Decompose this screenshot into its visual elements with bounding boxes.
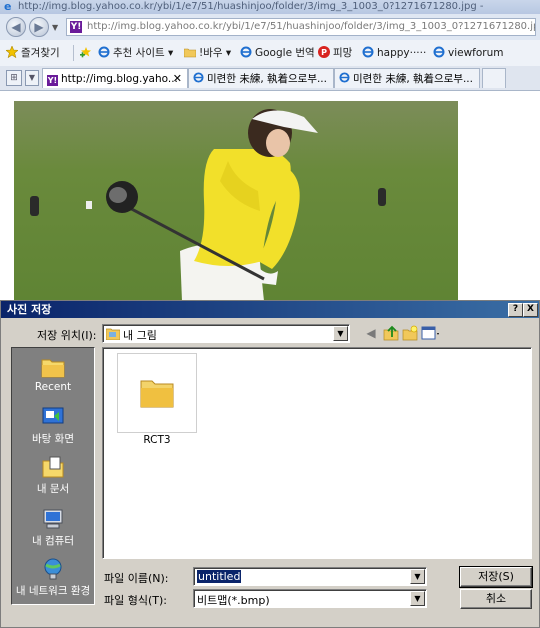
yahoo-favicon-icon: Y! [47, 75, 58, 86]
filetype-label: 파일 형식(T): [104, 594, 167, 607]
cancel-button[interactable]: 취소 [460, 589, 532, 609]
help-button[interactable]: ? [508, 303, 523, 317]
add-favorite-button[interactable] [80, 45, 95, 61]
place-label: 내 컴퓨터 [32, 535, 74, 547]
viewforum-label: viewforum [448, 47, 504, 59]
view-menu-icon[interactable] [421, 325, 441, 341]
recent-folder-icon [41, 359, 65, 378]
places-bar: Recent 바탕 화면 내 문서 내 컴퓨터 내 네트워크 환경 [11, 347, 95, 605]
pimang-label: 피망 [333, 47, 353, 59]
yahoo-favicon-icon: Y! [70, 21, 82, 33]
dialog-title: 사진 저장 [7, 303, 52, 316]
place-network[interactable]: 내 네트워크 환경 [12, 558, 94, 598]
address-bar[interactable]: Y! http://img.blog.yahoo.co.kr/ybi/1/e7/… [66, 18, 536, 36]
favorites-button[interactable]: 즐겨찾기 [6, 45, 60, 61]
back-button[interactable]: ◀ [6, 17, 26, 37]
tab-list-dropdown[interactable]: ▼ [25, 70, 39, 86]
place-label: 내 네트워크 환경 [15, 585, 91, 597]
recommended-sites-label: 추천 사이트 ▾ [113, 47, 174, 59]
ie-logo-icon: e [4, 0, 12, 13]
tab-blog-1[interactable]: 미련한 未練, 執着으로부... [188, 68, 334, 88]
save-picture-dialog: 사진 저장 ? X 저장 위치(I): 내 그림 ▼ ◀ Recent 바탕 화… [0, 300, 540, 628]
up-one-level-icon[interactable] [383, 325, 399, 341]
google-translate-link[interactable]: Google 번역 [240, 45, 315, 61]
save-in-label: 저장 위치(I): [37, 329, 97, 342]
save-in-value: 내 그림 [123, 329, 157, 342]
my-documents-icon [42, 456, 64, 478]
golf-photo [14, 101, 458, 301]
place-desktop[interactable]: 바탕 화면 [12, 406, 94, 446]
quick-tabs-button[interactable]: ⊞ [6, 70, 22, 86]
new-tab-button[interactable] [482, 68, 506, 88]
happy-label: happy····· [377, 47, 427, 59]
dialog-title-bar: 사진 저장 ? X [1, 301, 539, 318]
close-tab-icon[interactable]: ✕ [173, 69, 182, 88]
filetype-dropdown[interactable]: 비트맵(*.bmp) ▼ [193, 589, 427, 608]
ie-page-icon [240, 46, 252, 58]
filename-input[interactable]: untitled ▼ [193, 567, 427, 586]
filetype-value: 비트맵(*.bmp) [197, 594, 270, 607]
ie-page-icon [433, 46, 445, 58]
ie-page-icon [339, 72, 350, 83]
chevron-down-icon[interactable]: ▼ [333, 326, 348, 341]
svg-text:P: P [321, 48, 327, 57]
tab-label: 미련한 未練, 執着으로부... [353, 73, 473, 85]
folder-item-rct3[interactable] [117, 353, 197, 433]
back-nav-icon[interactable]: ◀ [363, 325, 379, 341]
filename-label: 파일 이름(N): [104, 572, 169, 585]
forward-button[interactable]: ▶ [29, 17, 49, 37]
address-row: ◀ ▶ ▼ Y! http://img.blog.yahoo.co.kr/ybi… [0, 14, 540, 40]
close-button[interactable]: X [523, 303, 538, 317]
folder-icon [184, 48, 196, 58]
viewforum-link[interactable]: viewforum [433, 45, 504, 61]
baru-menu[interactable]: !바우 ▾ [184, 45, 231, 61]
my-computer-icon [43, 509, 63, 529]
folder-name: RCT3 [143, 434, 171, 446]
my-pictures-folder-icon [106, 328, 120, 340]
favorites-label: 즐겨찾기 [21, 47, 60, 59]
pimang-logo-icon: P [318, 46, 330, 58]
window-title-bar: e http://img.blog.yahoo.co.kr/ybi/1/e7/51… [0, 0, 540, 14]
favorites-bar: 즐겨찾기 추천 사이트 ▾ !바우 ▾ Google 번역 P 피망 happy·… [0, 40, 540, 67]
place-my-documents[interactable]: 내 문서 [12, 456, 94, 496]
filename-value: untitled [197, 570, 242, 583]
address-url: http://img.blog.yahoo.co.kr/ybi/1/e7/51/… [87, 21, 536, 32]
page-content [0, 91, 540, 301]
golfer-image [14, 101, 458, 301]
place-label: 내 문서 [36, 483, 70, 495]
network-places-icon [44, 558, 62, 580]
chevron-down-icon[interactable]: ▼ [410, 591, 425, 606]
tab-blog-2[interactable]: 미련한 未練, 執着으로부... [334, 68, 480, 88]
save-in-dropdown[interactable]: 내 그림 ▼ [102, 324, 350, 343]
new-folder-icon[interactable] [402, 325, 418, 341]
save-button[interactable]: 저장(S) [459, 566, 533, 588]
star-icon [6, 46, 18, 58]
place-my-computer[interactable]: 내 컴퓨터 [12, 508, 94, 548]
folder-icon [140, 380, 174, 408]
ie-page-icon [193, 72, 204, 83]
baru-label: !바우 ▾ [199, 47, 232, 59]
ie-page-icon [98, 46, 110, 58]
file-list[interactable]: RCT3 [102, 347, 532, 559]
desktop-icon [42, 407, 64, 424]
window-title: http://img.blog.yahoo.co.kr/ybi/1/e7/51/… [18, 1, 484, 12]
happy-link[interactable]: happy····· [362, 45, 426, 61]
place-label: Recent [34, 381, 72, 393]
place-recent[interactable]: Recent [12, 356, 94, 393]
chevron-down-icon[interactable]: ▼ [410, 569, 425, 584]
recommended-sites-menu[interactable]: 추천 사이트 ▾ [98, 45, 173, 61]
tab-label: http://img.blog.yaho... [61, 73, 178, 85]
toolbar-divider [73, 45, 74, 61]
place-label: 바탕 화면 [32, 433, 74, 445]
tab-bar: ⊞ ▼ Y! http://img.blog.yaho... ✕ 미련한 未練, … [0, 66, 540, 91]
history-dropdown-icon[interactable]: ▼ [52, 23, 58, 32]
ie-page-icon [362, 46, 374, 58]
google-translate-label: Google 번역 [255, 47, 315, 59]
add-favorite-icon [80, 47, 91, 58]
tab-image[interactable]: Y! http://img.blog.yaho... ✕ [42, 68, 188, 88]
tab-label: 미련한 未練, 執着으로부... [207, 73, 327, 85]
pimang-link[interactable]: P 피망 [318, 45, 352, 61]
